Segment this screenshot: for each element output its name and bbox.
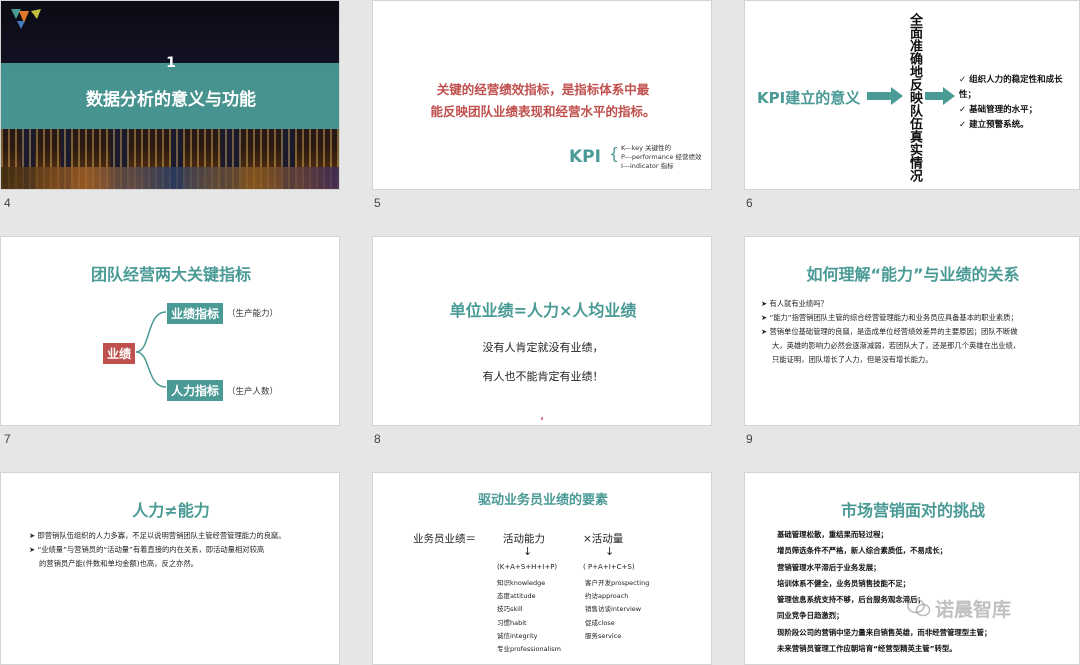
slide-number-label: 4 — [4, 196, 11, 210]
challenge-list: 基础管理松散，重结果而轻过程； 增员筛选条件不严格，新人综合素质低，不易成长； … — [777, 527, 1077, 657]
meaning-list: ✓ 组织人力的稳定性和成长性； ✓ 基础管理的水平； ✓ 建立预警系统。 — [959, 73, 1079, 133]
arrow-right-icon — [867, 87, 903, 105]
factor-item: 诚信integrity — [497, 631, 538, 640]
slide-title: 如何理解“能力”与业绩的关系 — [806, 265, 1020, 284]
factor-item: 约访approach — [585, 592, 629, 601]
slide-number-label: 8 — [374, 432, 381, 446]
slide-title: 单位业绩=人力×人均业绩 — [449, 301, 637, 320]
bullet-continuation: 大，英雄的影响力必然会逐渐减弱，若团队大了，还是那几个英雄在出业绩， — [772, 341, 1021, 350]
bullet-item: ➤ “业绩量”与营销员的“活动量”有着直接的内在关系，即活动量相对较高 — [29, 545, 265, 554]
slide-number-label: 6 — [746, 196, 753, 210]
arrow-right-icon — [925, 87, 955, 105]
slide-10-thumbnail[interactable]: 人力≠能力 ➤ 即营销队伍组织的人力多寡，不足以说明营销团队主管经营管理能力的良… — [0, 472, 340, 665]
kpi-p: P---performance 经营绩效 — [621, 153, 702, 161]
slide-number-label: 5 — [374, 196, 381, 210]
meaning-item: ✓ 基础管理的水平； — [959, 105, 1038, 115]
definition-line-2: 能反映团队业绩表现和经营水平的指标。 — [430, 104, 656, 119]
factor-item: 态度attitude — [497, 592, 536, 601]
challenge-item: 现阶段公司的营销中坚力量来自销售英雄，而非经营管理型主管； — [777, 627, 992, 637]
factor-item: 销售访谈interview — [585, 605, 642, 614]
slide-6-thumbnail[interactable]: KPI建立的意义 全面准确地反映队伍真实情况 ✓ 组织人力的稳定性和成长性； ✓… — [744, 0, 1080, 190]
ability-factor-list: 知识knowledge 态度attitude 技巧skill 习惯habit 诚… — [497, 577, 561, 656]
factor-item: 技巧skill — [497, 605, 523, 614]
kpi-i: I---indicator 指标 — [621, 162, 674, 170]
bullet-item: ➤ 有人就有业绩吗？ — [761, 299, 828, 308]
challenge-item: 增员筛选条件不严格，新人综合素质低，不易成长； — [777, 546, 947, 556]
decorative-dot — [541, 417, 543, 420]
arrow-down-icon: ↓ — [605, 545, 615, 558]
branch-node-performance: 业绩指标 — [167, 303, 224, 324]
slide-11-thumbnail[interactable]: 驱动业务员业绩的要素 业务员业绩＝ 活动能力 ×活动量 ↓ ↓ (K+A+S+H… — [372, 472, 712, 665]
challenge-item: 未来营销员管理工作应朝培育“经营型精英主管”转型。 — [777, 644, 957, 654]
watermark: 诺晨智库 — [935, 599, 1012, 621]
bullet-list: ➤ 即营销队伍组织的人力多寡，不足以说明营销团队主管经营管理能力的良窳。 ➤ “… — [29, 529, 339, 571]
factor-item: 客户开发prospecting — [585, 579, 650, 587]
meaning-item: ✓ 建立预警系统。 — [959, 120, 1029, 130]
slide-number-label: 9 — [746, 432, 753, 446]
slide-title: 驱动业务员业绩的要素 — [477, 493, 608, 508]
meaning-item: ✓ 组织人力的稳定性和成长性； — [959, 75, 1063, 100]
bullet-continuation: 的营销员产能(件数和单均金额)也高，反之亦然。 — [39, 559, 198, 568]
branch-node-manpower: 人力指标 — [167, 380, 224, 401]
definition-line-1: 关键的经营绩效指标，是指标体系中最 — [436, 82, 650, 97]
formula-activity-factors: ( P+A+I+C+S) — [583, 563, 635, 571]
formula-term-ability: 活动能力 — [503, 533, 545, 545]
section-number: 1 — [166, 55, 176, 71]
bullet-list: ➤ 有人就有业绩吗？ ➤ “能力”指营销团队主管的综合经营管理能力和业务员应具备… — [761, 297, 1079, 367]
arrow-down-icon: ↓ — [523, 545, 533, 558]
vertical-heading: 全面准确地反映队伍真实情况 — [907, 13, 922, 182]
activity-factor-list: 客户开发prospecting 约访approach 销售访谈interview… — [585, 577, 649, 643]
formula-ability-factors: (K+A+S+H+I+P) — [497, 563, 558, 571]
bullet-item: ➤ “能力”指营销团队主管的综合经营管理能力和业务员应具备基本的职业素质； — [761, 313, 1018, 322]
factor-item: 促成close — [585, 618, 615, 627]
body-line-1: 没有人肯定就没有业绩， — [482, 341, 604, 354]
challenge-item: 基础管理松散，重结果而轻过程； — [777, 530, 888, 539]
branch-note: （生产能力） — [227, 309, 279, 319]
slide-title: 人力≠能力 — [132, 501, 210, 520]
bullet-continuation: 只能证明，团队增长了人力，但是没有增长能力。 — [772, 355, 933, 364]
slide-title: 数据分析的意义与功能 — [86, 90, 256, 110]
slide-7-thumbnail[interactable]: 团队经营两大关键指标 业绩 业绩指标 （生产能力） 人力指标 （生产人数） — [0, 236, 340, 426]
factor-item: 习惯habit — [497, 618, 527, 627]
formula-term-activity: ×活动量 — [583, 533, 624, 545]
slide-sorter-grid: 1 数据分析的意义与功能 4 关键的经营绩效指标，是指标体系中最 能反映团队业绩… — [0, 0, 1080, 665]
factor-item: 服务service — [585, 631, 622, 640]
kpi-label: KPI — [569, 147, 601, 167]
factor-item: 知识knowledge — [497, 579, 546, 587]
bullet-item: ➤ 即营销队伍组织的人力多寡，不足以说明营销团队主管经营管理能力的良窳。 — [29, 531, 286, 540]
challenge-item: 培训体系不健全，业务员销售技能不足； — [777, 578, 911, 588]
slide-title: 市场营销面对的挑战 — [840, 501, 985, 520]
slide-9-thumbnail[interactable]: 如何理解“能力”与业绩的关系 ➤ 有人就有业绩吗？ ➤ “能力”指营销团队主管的… — [744, 236, 1080, 426]
formula-lhs: 业务员业绩＝ — [413, 533, 476, 545]
slide-number-label: 7 — [4, 432, 11, 446]
logo-icon — [11, 9, 41, 29]
slide-12-thumbnail[interactable]: 市场营销面对的挑战 基础管理松散，重结果而轻过程； 增员筛选条件不严格，新人综合… — [744, 472, 1080, 665]
bullet-item: ➤ 营销单位基础管理的良窳，是造成单位经营绩效差异的主要原因；团队不断做 — [761, 327, 1018, 336]
slide-8-thumbnail[interactable]: 单位业绩=人力×人均业绩 没有人肯定就没有业绩， 有人也不能肯定有业绩！ — [372, 236, 712, 426]
body-line-2: 有人也不能肯定有业绩！ — [482, 370, 604, 383]
slide-5-thumbnail[interactable]: 关键的经营绩效指标，是指标体系中最 能反映团队业绩表现和经营水平的指标。 KPI… — [372, 0, 712, 190]
kpi-meaning-label: KPI建立的意义 — [757, 89, 861, 107]
challenge-item: 营销管理水平滞后于业务发展； — [777, 562, 881, 572]
root-node: 业绩 — [103, 343, 136, 364]
factor-item: 专业professionalism — [497, 645, 561, 654]
definition-text: 关键的经营绩效指标，是指标体系中最 能反映团队业绩表现和经营水平的指标。 — [373, 79, 711, 123]
kpi-breakdown: K---key 关键性的 P---performance 经营绩效 I---in… — [621, 144, 702, 171]
branch-note: （生产人数） — [227, 387, 279, 397]
kpi-k: K---key 关键性的 — [621, 144, 672, 152]
brace-icon: { — [609, 144, 620, 163]
wechat-icon — [907, 598, 931, 617]
slide-4-thumbnail[interactable]: 1 数据分析的意义与功能 — [0, 0, 340, 190]
